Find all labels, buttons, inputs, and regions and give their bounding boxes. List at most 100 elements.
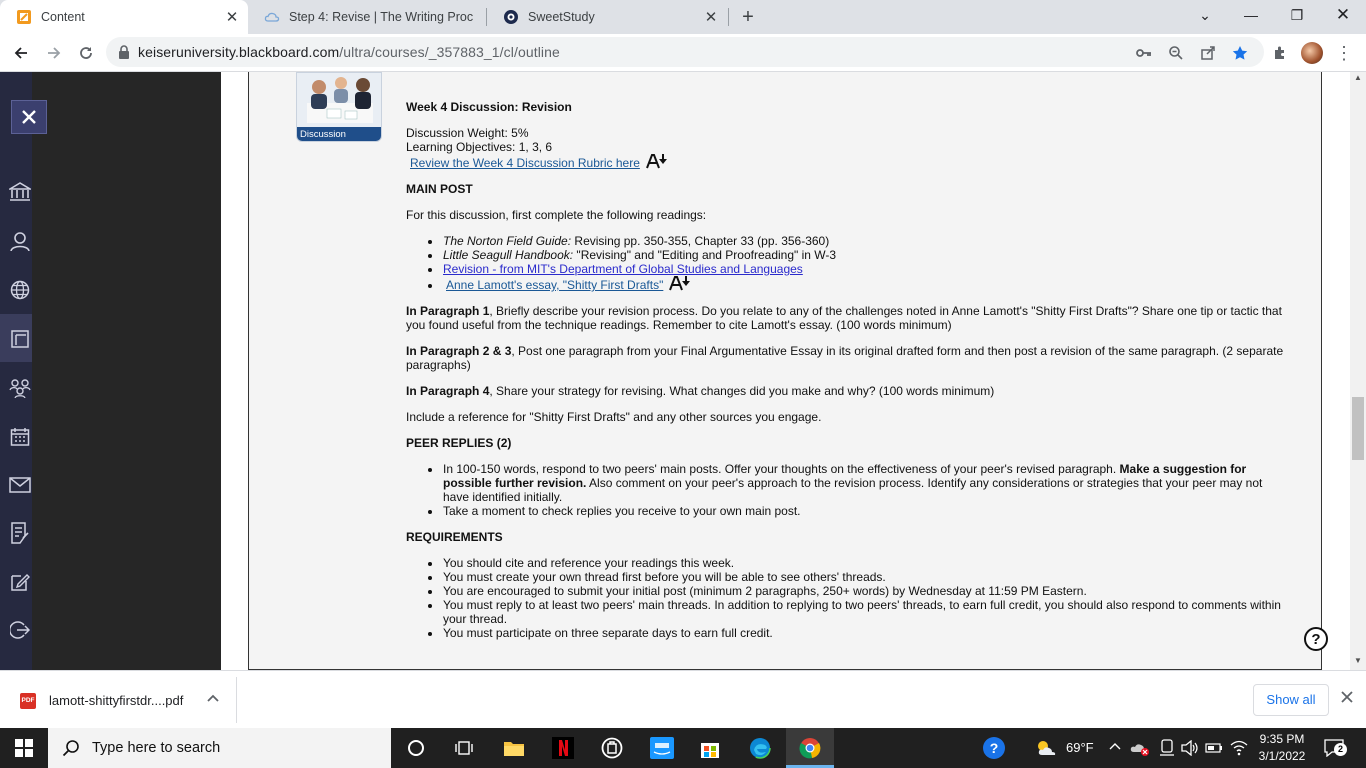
scrollbar-thumb[interactable] (1352, 397, 1364, 460)
wifi-icon[interactable] (1227, 736, 1251, 760)
help-tray-icon[interactable]: ? (982, 736, 1006, 760)
restore-button[interactable]: ❐ (1274, 0, 1320, 30)
page-scrollbar[interactable] (1350, 72, 1366, 670)
tab-writing-process[interactable]: Step 4: Revise | The Writing Proc (248, 0, 486, 34)
peer-reply-item: In 100-150 words, respond to two peers' … (443, 462, 1246, 476)
microsoft-store-icon[interactable] (698, 736, 722, 760)
institution-icon[interactable] (8, 180, 32, 204)
paragraph-4-text: , Share your strategy for revising. What… (489, 384, 995, 398)
close-tab-icon[interactable]: ✕ (224, 8, 240, 26)
paragraph-1-label: In Paragraph 1 (406, 304, 490, 318)
volume-icon[interactable] (1178, 736, 1202, 760)
learning-objectives: Learning Objectives: 1, 3, 6 (406, 140, 553, 154)
show-hidden-icons-chevron-icon[interactable] (1109, 739, 1121, 753)
device-tray-icon[interactable] (1155, 736, 1179, 760)
rubric-link[interactable]: Review the Week 4 Discussion Rubric here (410, 156, 640, 170)
address-bar[interactable]: keiseruniversity.blackboard.com/ultra/co… (106, 37, 1264, 67)
bullet (428, 240, 432, 244)
close-tab-icon[interactable]: ✕ (703, 8, 719, 26)
reload-icon[interactable] (72, 39, 100, 67)
calendar-icon[interactable] (8, 425, 32, 449)
task-view-icon[interactable] (452, 736, 476, 760)
download-bar: PDF lamott-shittyfirstdr....pdf Show all (0, 670, 1366, 728)
requirement-item: You must participate on three separate d… (443, 626, 773, 640)
minimize-button[interactable]: — (1228, 0, 1274, 30)
organizations-icon[interactable] (8, 376, 32, 400)
battery-icon[interactable] (1202, 736, 1226, 760)
profile-avatar[interactable] (1298, 39, 1326, 67)
windows-start-icon[interactable] (12, 736, 36, 760)
tab-content[interactable]: Content ✕ (0, 0, 248, 34)
sign-out-icon[interactable] (8, 618, 32, 642)
peer-reply-item: Take a moment to check replies you recei… (443, 504, 801, 518)
close-panel-button[interactable] (11, 100, 47, 134)
mit-revision-link[interactable]: Revision - from MIT's Department of Glob… (443, 262, 803, 276)
bullet (428, 268, 432, 272)
extensions-puzzle-icon[interactable] (1266, 39, 1294, 67)
key-icon[interactable] (1130, 39, 1158, 67)
file-explorer-icon[interactable] (502, 736, 526, 760)
show-all-downloads-button[interactable]: Show all (1253, 684, 1329, 716)
lock-icon[interactable] (118, 45, 130, 59)
download-divider (236, 677, 237, 723)
tab-divider (728, 8, 729, 26)
bookmark-star-icon[interactable] (1226, 39, 1254, 67)
weather-temperature[interactable]: 69°F (1066, 740, 1094, 755)
requirement-item: You must create your own thread first be… (443, 570, 886, 584)
reading-detail: Revising pp. 350-355, Chapter 33 (pp. 35… (571, 234, 830, 248)
blackboard-nav-rail (0, 72, 32, 670)
new-tab-button[interactable]: + (736, 5, 760, 29)
search-icon (62, 740, 79, 757)
zoom-icon[interactable] (1162, 39, 1190, 67)
prime-video-icon[interactable] (650, 736, 674, 760)
tab-search-icon[interactable]: ⌄ (1182, 0, 1228, 30)
close-download-bar-icon[interactable] (1340, 690, 1356, 706)
courses-icon[interactable] (8, 327, 32, 351)
help-question-icon[interactable]: ? (1304, 627, 1328, 651)
chrome-icon[interactable] (798, 736, 822, 760)
alternative-formats-icon[interactable] (669, 275, 691, 291)
edge-browser-icon[interactable] (748, 736, 772, 760)
reading-item: Little Seagull Handbook: "Revising" and … (443, 248, 836, 262)
menu-kebab-icon[interactable]: ⋮ (1330, 39, 1358, 67)
scroll-down-arrow-icon[interactable]: ▼ (1352, 656, 1364, 668)
url-text: keiseruniversity.blackboard.com/ultra/co… (138, 44, 560, 60)
globe-icon[interactable] (8, 278, 32, 302)
reading-source: Little Seagull Handbook: (443, 248, 574, 262)
tab-sweetstudy[interactable]: SweetStudy ✕ (487, 0, 727, 34)
requirement-item: You are encouraged to submit your initia… (443, 584, 1087, 598)
bullet (428, 510, 432, 514)
requirement-item: You must reply to at least two peers' ma… (443, 598, 1281, 612)
bullet (428, 562, 432, 566)
clock-time[interactable]: 9:35 PM (1259, 732, 1305, 746)
lamott-essay-link[interactable]: Anne Lamott's essay, "Shitty First Draft… (446, 278, 663, 292)
back-arrow-icon[interactable] (7, 39, 35, 67)
sweetstudy-favicon-icon (504, 10, 518, 24)
clock-date[interactable]: 3/1/2022 (1256, 749, 1308, 763)
tab-title: SweetStudy (528, 10, 595, 24)
peer-reply-text: In 100-150 words, respond to two peers' … (443, 462, 1120, 476)
download-options-chevron-icon[interactable] (204, 690, 222, 708)
profile-icon[interactable] (8, 229, 32, 253)
weather-partly-cloudy-icon[interactable] (1034, 736, 1058, 760)
discussion-badge-image: Discussion (296, 72, 382, 142)
alternative-formats-icon[interactable] (646, 153, 668, 169)
share-icon[interactable] (1194, 39, 1222, 67)
bullet (428, 632, 432, 636)
taskbar-search-box[interactable]: Type here to search (48, 728, 391, 768)
onedrive-error-icon[interactable] (1128, 736, 1152, 760)
requirements-heading: REQUIREMENTS (406, 530, 503, 544)
scroll-up-arrow-icon[interactable]: ▲ (1352, 73, 1364, 85)
store-bag-icon[interactable] (600, 736, 624, 760)
discussion-badge-label: Discussion (297, 127, 381, 141)
grades-icon[interactable] (8, 521, 32, 545)
tools-edit-icon[interactable] (8, 570, 32, 594)
peer-reply-item-cont: have identified initially. (443, 490, 563, 504)
backdrop-overlay (32, 72, 221, 670)
download-filename[interactable]: lamott-shittyfirstdr....pdf (49, 693, 183, 708)
close-window-button[interactable]: ✕ (1320, 0, 1366, 30)
netflix-icon[interactable] (551, 736, 575, 760)
cortana-icon[interactable] (404, 736, 428, 760)
messages-icon[interactable] (8, 473, 32, 497)
forward-arrow-icon[interactable] (40, 39, 68, 67)
